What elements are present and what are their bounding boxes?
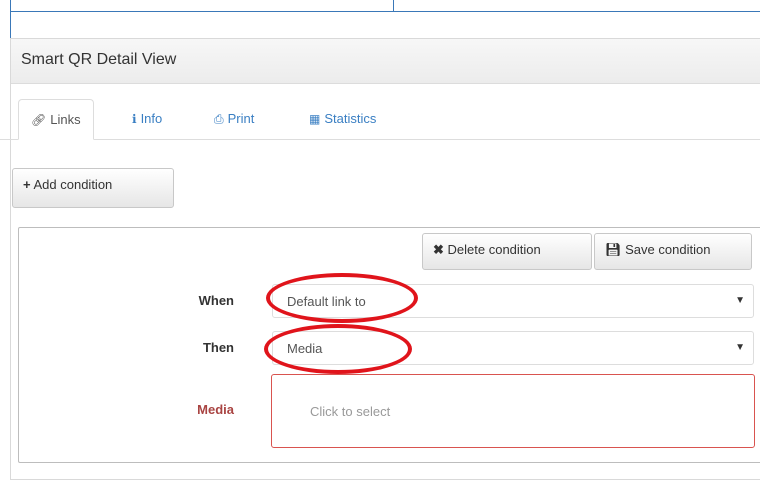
save-condition-label: Save condition <box>625 242 711 257</box>
when-label: When <box>198 293 234 308</box>
delete-condition-button[interactable]: ✖ Delete condition <box>422 233 592 270</box>
callout-connector-mid <box>393 0 394 12</box>
print-icon: ⎙ <box>214 112 224 126</box>
tab-info[interactable]: ℹ Info <box>120 99 174 139</box>
tab-links-label: Links <box>50 112 81 127</box>
panel-title: Smart QR Detail View <box>11 39 760 84</box>
tab-links[interactable]: 🔗︎ Links <box>18 99 94 140</box>
link-icon: 🔗︎ <box>31 113 47 127</box>
close-icon: ✖ <box>433 242 444 257</box>
tab-bar: 🔗︎ Links ℹ Info ⎙ Print ▦ Statistics <box>0 99 760 140</box>
chart-icon: ▦ <box>309 112 321 126</box>
when-value: Default link to <box>287 294 366 309</box>
then-value: Media <box>287 341 323 356</box>
caret-down-icon: ▼ <box>735 342 745 353</box>
save-icon: 💾︎ <box>605 242 622 257</box>
add-condition-label: Add condition <box>33 177 113 192</box>
then-label: Then <box>202 340 234 355</box>
media-label: Media <box>197 402 234 417</box>
tab-print-label: Print <box>227 111 255 126</box>
then-select[interactable]: Media ▼ <box>272 331 754 365</box>
media-picker[interactable]: Click to select <box>271 374 755 448</box>
callout-connector-left <box>10 0 11 38</box>
tab-info-label: Info <box>140 111 163 126</box>
plus-icon: + <box>23 177 31 192</box>
when-select[interactable]: Default link to ▼ <box>272 284 754 318</box>
tab-print[interactable]: ⎙ Print <box>202 99 266 139</box>
tab-statistics[interactable]: ▦ Statistics <box>297 99 388 139</box>
delete-condition-label: Delete condition <box>447 242 541 257</box>
save-condition-button[interactable]: 💾︎ Save condition <box>594 233 752 270</box>
add-condition-button[interactable]: + Add condition <box>12 168 174 208</box>
callout-connector-top <box>10 11 760 12</box>
caret-down-icon: ▼ <box>735 295 745 306</box>
media-placeholder: Click to select <box>310 404 391 419</box>
tab-statistics-label: Statistics <box>324 111 377 126</box>
info-icon: ℹ <box>132 112 137 126</box>
